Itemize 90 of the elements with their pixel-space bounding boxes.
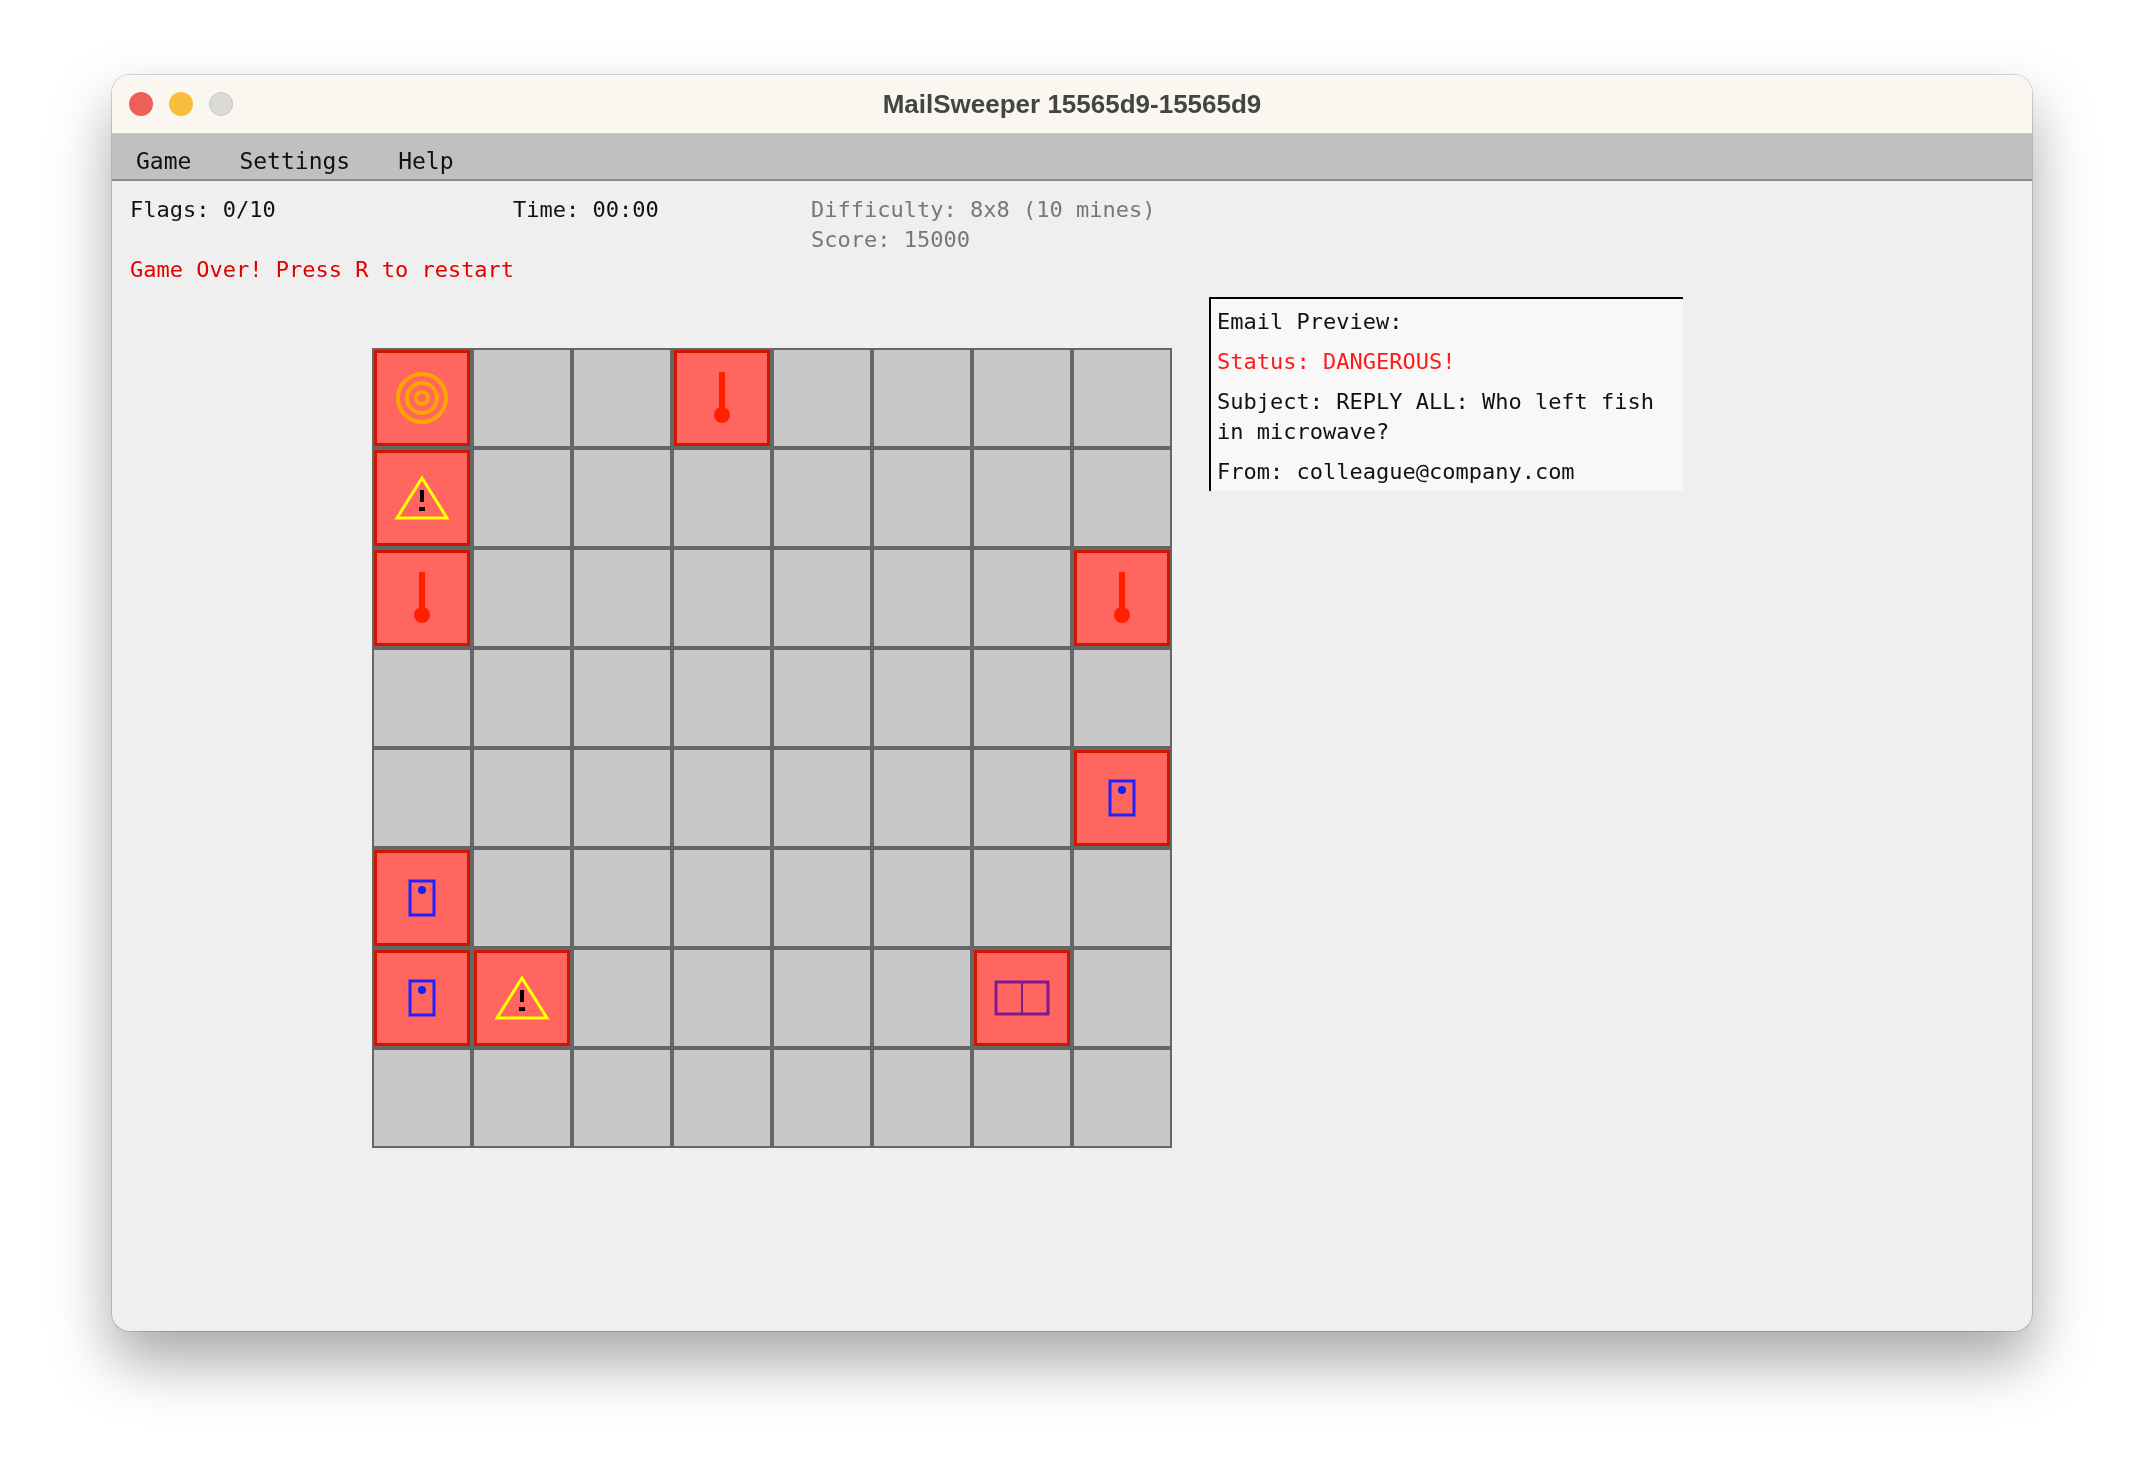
pin-icon — [713, 372, 731, 424]
board-cell[interactable] — [774, 1050, 870, 1146]
board-cell[interactable] — [874, 1050, 970, 1146]
board-cell[interactable] — [874, 450, 970, 546]
board-cell[interactable] — [374, 750, 470, 846]
board-cell[interactable] — [774, 650, 870, 746]
difficulty-label: Difficulty: 8x8 (10 mines) — [811, 196, 1156, 224]
pin-icon — [413, 572, 431, 624]
menu-item[interactable]: Settings — [239, 148, 351, 179]
board-cell[interactable] — [774, 750, 870, 846]
board-cell[interactable] — [574, 350, 670, 446]
board-cell[interactable] — [874, 950, 970, 1046]
board-cell[interactable] — [774, 350, 870, 446]
menu-item[interactable]: Help — [398, 148, 454, 179]
board-cell[interactable] — [474, 450, 570, 546]
board-cell[interactable] — [574, 1050, 670, 1146]
board-cell[interactable] — [974, 750, 1070, 846]
board-cell[interactable] — [1074, 1050, 1170, 1146]
board-cell[interactable] — [874, 350, 970, 446]
board-cell[interactable] — [574, 950, 670, 1046]
board-cell[interactable] — [874, 750, 970, 846]
board-cell[interactable] — [474, 550, 570, 646]
board-cell[interactable] — [1074, 750, 1170, 846]
board-cell[interactable] — [974, 350, 1070, 446]
board-cell[interactable] — [474, 850, 570, 946]
board-cell[interactable] — [774, 550, 870, 646]
board-cell[interactable] — [674, 450, 770, 546]
board-cell[interactable] — [574, 550, 670, 646]
board-cell[interactable] — [574, 650, 670, 746]
board-cell[interactable] — [774, 450, 870, 546]
two-pane-icon — [994, 980, 1050, 1016]
board-cell[interactable] — [974, 650, 1070, 746]
board-cell[interactable] — [374, 550, 470, 646]
board-cell[interactable] — [574, 450, 670, 546]
zoom-icon[interactable] — [209, 92, 233, 116]
board-cell[interactable] — [674, 950, 770, 1046]
board-cell[interactable] — [1074, 450, 1170, 546]
board-cell[interactable] — [374, 650, 470, 746]
window-title: MailSweeper 15565d9-15565d9 — [882, 88, 1262, 120]
preview-heading: Email Preview: — [1217, 308, 1404, 336]
board-cell[interactable] — [574, 850, 670, 946]
door-icon — [408, 979, 436, 1017]
board-cell[interactable] — [874, 850, 970, 946]
email-status: Status: DANGEROUS! — [1217, 348, 1457, 376]
close-icon[interactable] — [129, 92, 153, 116]
board-cell[interactable] — [374, 950, 470, 1046]
board-cell[interactable] — [674, 750, 770, 846]
board-cell[interactable] — [474, 350, 570, 446]
board-cell[interactable] — [374, 850, 470, 946]
board-cell[interactable] — [374, 350, 470, 446]
board-cell[interactable] — [1074, 550, 1170, 646]
game-over-message: Game Over! Press R to restart — [130, 256, 515, 284]
timer: Time: 00:00 — [513, 196, 660, 224]
board-cell[interactable] — [974, 950, 1070, 1046]
board-cell[interactable] — [974, 850, 1070, 946]
board-cell[interactable] — [1074, 350, 1170, 446]
board-cell[interactable] — [1074, 650, 1170, 746]
board-cell[interactable] — [1074, 850, 1170, 946]
board-cell[interactable] — [474, 950, 570, 1046]
minimize-icon[interactable] — [169, 92, 193, 116]
board-cell[interactable] — [974, 1050, 1070, 1146]
board-cell[interactable] — [674, 850, 770, 946]
board-cell[interactable] — [674, 350, 770, 446]
board-cell[interactable] — [674, 650, 770, 746]
door-icon — [408, 879, 436, 917]
board-cell[interactable] — [1074, 950, 1170, 1046]
pin-icon — [1113, 572, 1131, 624]
flags-counter: Flags: 0/10 — [130, 196, 277, 224]
board-cell[interactable] — [774, 950, 870, 1046]
board-cell[interactable] — [474, 750, 570, 846]
menu-item[interactable]: Game — [136, 148, 192, 179]
board-cell[interactable] — [474, 1050, 570, 1146]
board-cell[interactable] — [674, 1050, 770, 1146]
door-icon — [1108, 779, 1136, 817]
board-cell[interactable] — [774, 850, 870, 946]
email-sender: From: colleague@company.com — [1217, 458, 1576, 486]
score-label: Score: 15000 — [811, 226, 971, 254]
board-cell[interactable] — [674, 550, 770, 646]
board-cell[interactable] — [374, 1050, 470, 1146]
warning-icon — [494, 975, 550, 1021]
board-cell[interactable] — [374, 450, 470, 546]
board-cell[interactable] — [574, 750, 670, 846]
board-cell[interactable] — [474, 650, 570, 746]
board-cell[interactable] — [874, 650, 970, 746]
board-cell[interactable] — [974, 550, 1070, 646]
warning-icon — [394, 475, 450, 521]
email-subject: Subject: REPLY ALL: Who left fish in microwave? — [1217, 388, 1656, 446]
board-cell[interactable] — [974, 450, 1070, 546]
board-cell[interactable] — [874, 550, 970, 646]
target-icon — [395, 371, 449, 425]
